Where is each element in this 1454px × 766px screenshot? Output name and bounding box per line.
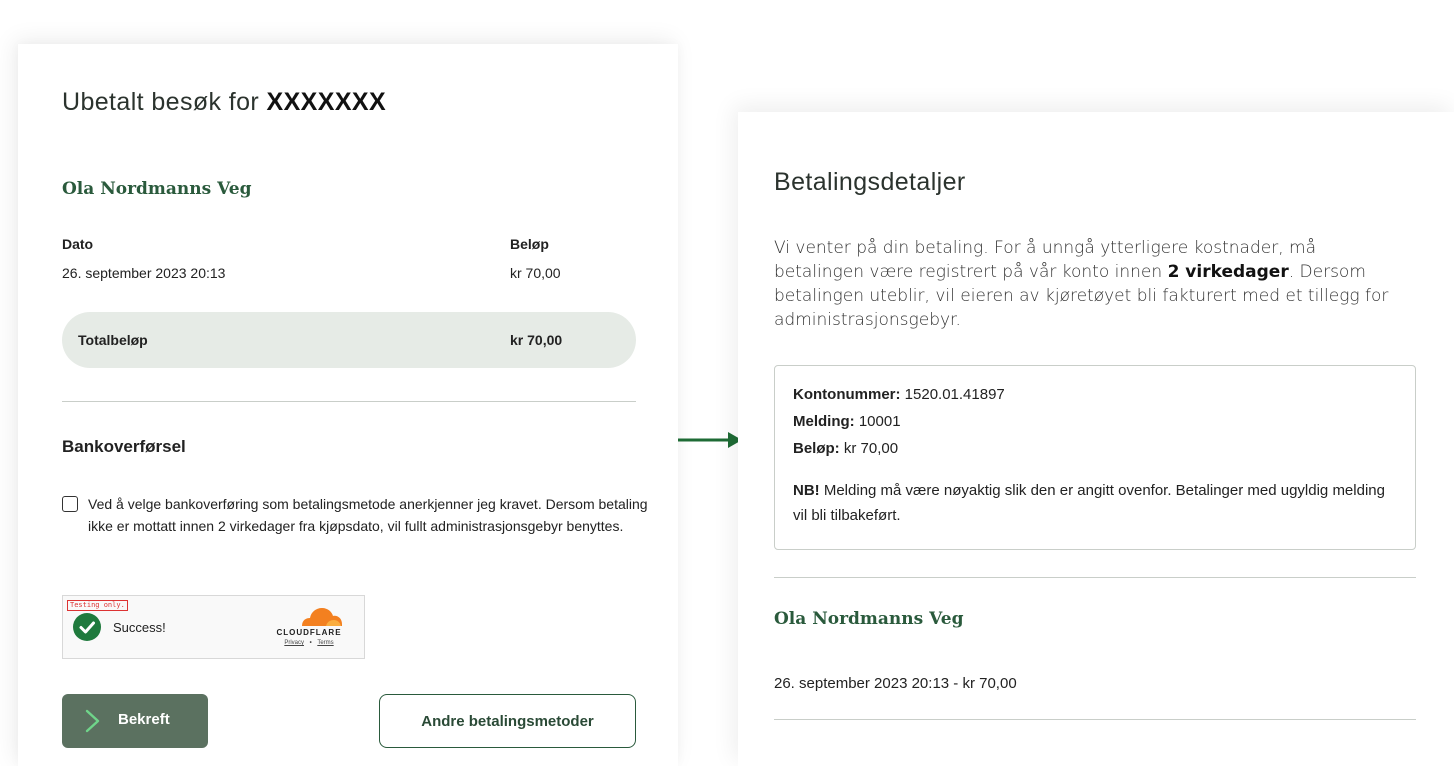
nb-label: NB! xyxy=(793,482,820,499)
section-divider xyxy=(62,401,636,402)
visit-amount: kr 70,00 xyxy=(510,265,561,281)
confirm-button[interactable]: Bekreft xyxy=(62,694,208,748)
nb-text: Melding må være nøyaktig slik den er ang… xyxy=(793,482,1385,524)
date-column-header: Dato xyxy=(62,236,94,252)
payment-method-title: Bankoverførsel xyxy=(62,437,186,456)
details-location-name: Ola Nordmanns Veg xyxy=(774,609,964,629)
consent-text: Ved å velge bankoverføring som betalings… xyxy=(88,496,648,534)
confirm-label: Bekreft xyxy=(118,711,170,728)
amount-label: Beløp: xyxy=(793,440,840,457)
total-row: Totalbeløp kr 70,00 xyxy=(62,312,636,368)
details-divider xyxy=(774,577,1416,578)
bank-details-box: Kontonummer: 1520.01.41897 Melding: 1000… xyxy=(774,365,1416,550)
unpaid-visit-card: Ubetalt besøk for XXXXXXX Ola Nordmanns … xyxy=(18,44,678,766)
amount-line: Beløp: kr 70,00 xyxy=(793,440,898,457)
link-separator: • xyxy=(309,640,312,646)
chevron-right-icon xyxy=(85,709,100,733)
message-line: Melding: 10001 xyxy=(793,413,901,430)
deadline-text: 2 virkedager xyxy=(1167,262,1289,282)
account-number-value: 1520.01.41897 xyxy=(904,386,1005,403)
total-label: Totalbeløp xyxy=(78,332,148,348)
title-prefix: Ubetalt besøk for xyxy=(62,88,260,116)
location-name: Ola Nordmanns Veg xyxy=(62,179,252,199)
payment-details-card: Betalingsdetaljer Vi venter på din betal… xyxy=(738,112,1454,766)
page-title: Ubetalt besøk for XXXXXXX xyxy=(62,88,386,117)
consent-checkbox[interactable] xyxy=(62,496,78,512)
visit-summary: 26. september 2023 20:13 - kr 70,00 xyxy=(774,675,1017,692)
account-number-label: Kontonummer: xyxy=(793,386,901,403)
captcha-links: Privacy • Terms xyxy=(268,640,350,646)
other-payment-methods-button[interactable]: Andre betalingsmetoder xyxy=(379,694,636,748)
visit-date: 26. september 2023 20:13 xyxy=(62,265,226,281)
account-number-line: Kontonummer: 1520.01.41897 xyxy=(793,386,1005,403)
captcha-status: Success! xyxy=(113,620,166,635)
arrow-right-icon xyxy=(678,432,742,448)
payment-instructions: Vi venter på din betaling. For å unngå y… xyxy=(774,236,1394,332)
cloudflare-cloud-icon xyxy=(302,608,342,626)
amount-value: kr 70,00 xyxy=(843,440,899,457)
cloudflare-logo: CLOUDFLARE Privacy • Terms xyxy=(268,606,350,652)
message-label: Melding: xyxy=(793,413,855,430)
cloudflare-wordmark: CLOUDFLARE xyxy=(276,628,342,637)
privacy-link[interactable]: Privacy xyxy=(284,640,304,646)
message-value: 10001 xyxy=(858,413,901,430)
terms-link[interactable]: Terms xyxy=(317,640,333,646)
summary-divider xyxy=(774,719,1416,720)
license-plate: XXXXXXX xyxy=(266,88,387,116)
payment-details-title: Betalingsdetaljer xyxy=(774,168,966,196)
captcha-widget[interactable]: Testing only. Success! CLOUDFLARE Privac… xyxy=(62,595,365,659)
amount-column-header: Beløp xyxy=(510,236,549,252)
checkmark-icon xyxy=(73,613,101,641)
testing-label: Testing only. xyxy=(67,600,128,611)
total-amount: kr 70,00 xyxy=(510,332,563,348)
nb-note: NB! Melding må være nøyaktig slik den er… xyxy=(793,478,1393,528)
